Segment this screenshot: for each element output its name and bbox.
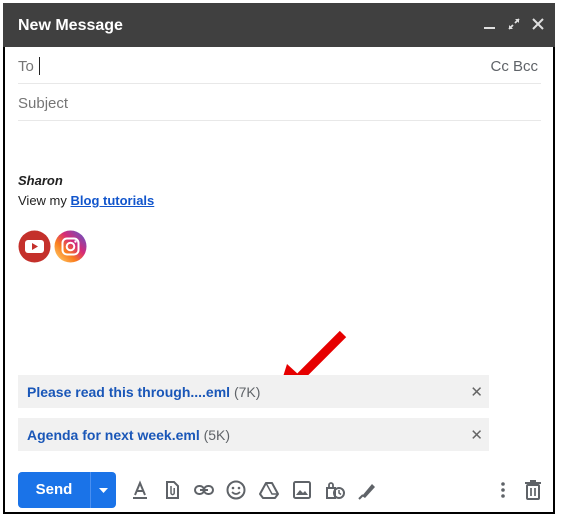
- send-options-dropdown[interactable]: [91, 472, 116, 508]
- send-button-group: Send: [18, 472, 116, 508]
- signature-name: Sharon: [18, 173, 63, 188]
- signature-line: View my Blog tutorials: [18, 193, 154, 208]
- insert-photo-icon[interactable]: [291, 479, 313, 501]
- signature-line-text: View my: [18, 193, 71, 208]
- close-icon[interactable]: [529, 15, 547, 33]
- attachment-size: (7K): [233, 384, 261, 400]
- insert-link-icon[interactable]: [193, 479, 215, 501]
- youtube-icon[interactable]: [18, 230, 51, 263]
- compose-title-bar: New Message: [3, 3, 555, 47]
- minimize-icon[interactable]: [481, 15, 499, 33]
- drive-icon[interactable]: [258, 479, 280, 501]
- compose-title: New Message: [18, 17, 123, 34]
- send-button[interactable]: Send: [18, 472, 90, 508]
- text-cursor: [39, 57, 40, 75]
- confidential-mode-icon[interactable]: [324, 479, 346, 501]
- remove-attachment-icon[interactable]: ✕: [470, 383, 483, 401]
- discard-draft-icon[interactable]: [522, 479, 544, 501]
- more-options-icon[interactable]: [492, 479, 514, 501]
- expand-icon[interactable]: [505, 15, 523, 33]
- emoji-icon[interactable]: [225, 479, 247, 501]
- attachment-chip[interactable]: Agenda for next week.eml (5K) ✕: [18, 418, 489, 451]
- formatting-icon[interactable]: [129, 479, 151, 501]
- attachment-name[interactable]: Please read this through....eml (7K): [27, 384, 260, 400]
- to-field-row[interactable]: To Cc Bcc: [18, 48, 541, 84]
- subject-field-row[interactable]: Subject: [18, 85, 541, 121]
- attachment-size: (5K): [203, 427, 231, 443]
- remove-attachment-icon[interactable]: ✕: [470, 426, 483, 444]
- instagram-icon[interactable]: [54, 230, 87, 263]
- blog-tutorials-link[interactable]: Blog tutorials: [71, 193, 155, 208]
- attachment-name[interactable]: Agenda for next week.eml (5K): [27, 427, 230, 443]
- subject-placeholder: Subject: [18, 95, 69, 112]
- to-label: To: [18, 58, 34, 75]
- attachment-chip[interactable]: Please read this through....eml (7K) ✕: [18, 375, 489, 408]
- attach-file-icon[interactable]: [161, 479, 183, 501]
- signature-icon[interactable]: [357, 479, 379, 501]
- cc-bcc-link[interactable]: Cc Bcc: [490, 58, 538, 75]
